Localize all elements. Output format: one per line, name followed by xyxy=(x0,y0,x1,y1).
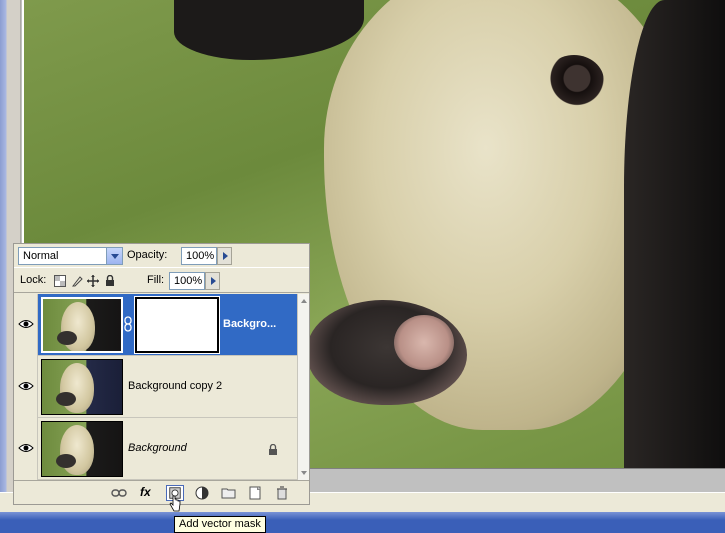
layers-list: Backgro... Background copy 2 Background xyxy=(14,294,297,480)
lock-label: Lock: xyxy=(20,274,47,286)
tooltip-text: Add vector mask xyxy=(179,518,261,530)
eye-icon xyxy=(18,444,34,452)
blend-mode-row: Normal Opacity: 100% xyxy=(14,244,309,268)
chain-link-icon[interactable] xyxy=(123,316,133,332)
visibility-toggle[interactable] xyxy=(14,356,38,418)
fill-input[interactable]: 100% xyxy=(169,272,205,290)
layer-name[interactable]: Backgro... xyxy=(223,318,293,330)
opacity-label: Opacity: xyxy=(127,249,168,261)
lock-transparent-pixels-icon[interactable] xyxy=(54,275,66,287)
cow-nose-highlight xyxy=(394,315,454,370)
scroll-down-icon[interactable] xyxy=(299,468,309,478)
opacity-value: 100% xyxy=(186,250,215,262)
layer-thumbnail[interactable] xyxy=(41,297,123,353)
fx-icon: fx xyxy=(140,485,151,499)
blend-mode-value: Normal xyxy=(23,250,59,262)
hand-cursor-icon xyxy=(169,495,181,512)
adjustment-layer-icon[interactable] xyxy=(194,485,212,501)
lock-icon xyxy=(269,444,277,455)
tooltip: Add vector mask xyxy=(174,516,266,533)
lock-all-icon[interactable] xyxy=(104,275,116,287)
scroll-up-icon[interactable] xyxy=(299,296,309,306)
layer-row-background-copy-2[interactable]: Background copy 2 xyxy=(14,356,297,418)
new-layer-icon[interactable] xyxy=(246,485,264,501)
lock-image-pixels-icon[interactable] xyxy=(71,275,83,287)
layer-mask-thumbnail[interactable] xyxy=(134,296,220,354)
eye-icon xyxy=(18,382,34,390)
layer-thumbnail[interactable] xyxy=(41,421,123,477)
layers-vertical-scrollbar[interactable] xyxy=(297,294,309,480)
blend-mode-select[interactable]: Normal xyxy=(18,247,123,265)
opacity-input[interactable]: 100% xyxy=(181,247,217,265)
fill-label: Fill: xyxy=(147,274,165,286)
layer-style-button[interactable]: fx xyxy=(140,485,158,501)
lock-row: Lock: Fill: 100% xyxy=(14,269,309,293)
layer-row-background-copy-masked[interactable]: Backgro... xyxy=(14,294,297,356)
thumbnail-cow-snout xyxy=(56,454,76,468)
layer-name[interactable]: Background xyxy=(128,442,187,454)
layers-panel-toolbar: fx xyxy=(14,480,309,504)
fill-value: 100% xyxy=(174,275,203,287)
lock-position-icon[interactable] xyxy=(87,275,99,287)
layer-thumbnail[interactable] xyxy=(41,359,123,415)
opacity-slider-button[interactable] xyxy=(217,247,232,265)
eye-icon xyxy=(18,320,34,328)
cow-eye xyxy=(544,55,604,107)
folder-icon[interactable] xyxy=(220,485,238,501)
cow-dark-patch-right xyxy=(624,0,725,468)
trash-icon[interactable] xyxy=(273,485,291,501)
thumbnail-cow-snout xyxy=(56,392,76,406)
layer-row-background[interactable]: Background xyxy=(14,418,297,480)
fill-slider-button[interactable] xyxy=(205,272,220,290)
thumbnail-cow-snout xyxy=(57,331,77,345)
cow-dark-patch-left xyxy=(174,0,364,60)
visibility-toggle[interactable] xyxy=(14,294,38,356)
window-bottom-border xyxy=(0,512,725,520)
chevron-down-icon[interactable] xyxy=(106,248,122,264)
layer-name[interactable]: Background copy 2 xyxy=(128,380,222,392)
visibility-toggle[interactable] xyxy=(14,418,38,480)
link-layers-icon[interactable] xyxy=(110,485,128,501)
layers-panel: Normal Opacity: 100% Lock: Fill: 100% Ba… xyxy=(13,243,310,505)
